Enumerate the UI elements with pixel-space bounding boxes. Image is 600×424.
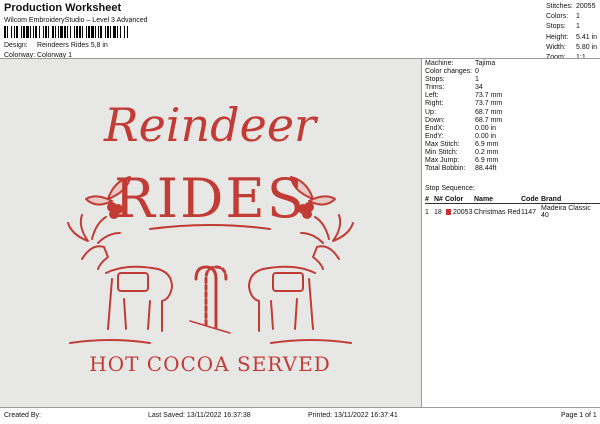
stat-row: Total Bobbin: 88.44ft	[425, 165, 502, 173]
reindeer-left-icon	[67, 214, 173, 332]
software-subtitle: Wilcom EmbroideryStudio – Level 3 Advanc…	[4, 17, 148, 24]
width-value: 5.80 in	[576, 43, 598, 51]
printed-date: Printed: 13/11/2022 16:37:41	[308, 412, 398, 419]
stat-row: Color changes: 0	[425, 68, 502, 76]
machine-stats: Machine: Tajima Color changes: 0 Stops: 1 Trim…	[425, 60, 502, 173]
stat-label: Left:	[425, 92, 439, 100]
design-value: Reindeers Rides 5,8 in	[37, 42, 108, 49]
row-color: 20053	[453, 208, 473, 216]
design-label: Design:	[4, 42, 28, 49]
stat-label: Machine:	[425, 60, 454, 67]
embroidery-design: Reindeer RIDES HOT COCOA SERVED	[67, 98, 354, 376]
stat-label: Trims:	[425, 84, 445, 92]
stat-row: Max Stitch: 6.9 mm	[425, 141, 502, 149]
design-word-rides: RIDES	[114, 167, 306, 230]
stat-value: 68.7 mm	[475, 108, 503, 116]
stat-label: EndY:	[425, 132, 444, 140]
design-preview: Reindeer RIDES HOT COCOA SERVED	[0, 59, 421, 407]
stat-row: Stops: 1	[425, 76, 502, 84]
row-code: 1147	[521, 208, 537, 216]
stat-value: 0	[475, 68, 479, 76]
stat-label: Stops:	[425, 76, 445, 84]
worksheet-title: Production Worksheet	[4, 2, 122, 14]
colors-label: Colors:	[546, 13, 569, 21]
stat-label: Right:	[425, 100, 444, 108]
col-brand: Brand	[541, 196, 600, 204]
stat-value: 0.00 in	[475, 124, 497, 132]
stat-value: 88.44ft	[475, 165, 497, 173]
summary-meta: Stitches: 20055 Colors: 1 Stops: 1 Height: 5…	[546, 2, 597, 63]
stat-value: 68.7 mm	[475, 116, 503, 124]
stat-row: Right: 73.7 mm	[425, 100, 502, 108]
stat-value: 0.00 in	[475, 132, 497, 140]
stop-sequence-header: # N# Color Name Code Brand	[425, 196, 600, 204]
color-swatch	[446, 209, 451, 215]
stat-label: Color changes:	[425, 68, 473, 76]
col-code: Code	[521, 196, 541, 204]
row-num: 1	[425, 208, 429, 216]
stop-sequence-row: 1 18 20053 Christmas Red 1147 Madeira Cl…	[425, 205, 600, 219]
candy-canes-icon	[189, 265, 231, 334]
row-name: Christmas Red	[474, 208, 521, 216]
stat-label: EndX:	[425, 124, 445, 132]
stat-label: Max Jump:	[425, 157, 460, 165]
width-label: Width:	[546, 43, 566, 51]
stat-value: 6.9 mm	[475, 157, 499, 165]
colors-value: 1	[576, 13, 580, 21]
stat-label: Total Bobbin:	[425, 165, 466, 173]
stitches-label: Stitches:	[546, 3, 573, 10]
stat-row: Max Jump: 6.9 mm	[425, 157, 502, 165]
col-color: Color	[445, 196, 474, 204]
stat-label: Max Stitch:	[425, 140, 460, 148]
stat-row: EndX: 0.00 in	[425, 125, 502, 133]
stat-label: Up:	[425, 108, 436, 116]
stat-row: Up: 68.7 mm	[425, 109, 502, 117]
stat-value: 73.7 mm	[475, 92, 503, 100]
row-n: 18	[434, 208, 442, 216]
height-label: Height:	[546, 33, 569, 41]
stat-row: EndY: 0.00 in	[425, 133, 502, 141]
stat-value: Tajima	[475, 60, 496, 67]
column-divider	[421, 58, 422, 407]
design-word-hot-cocoa-served: HOT COCOA SERVED	[89, 352, 330, 376]
created-by: Created By:	[4, 412, 41, 419]
stat-row: Left: 73.7 mm	[425, 92, 502, 100]
row-brand: Madeira Classic 40	[541, 205, 591, 219]
last-saved: Last Saved: 13/11/2022 16:37:38	[148, 412, 251, 419]
stat-row: Down: 68.7 mm	[425, 117, 502, 125]
stops-label: Stops:	[546, 23, 566, 31]
stop-sequence-title: Stop Sequence:	[425, 185, 475, 192]
height-value: 5.41 in	[576, 33, 598, 41]
barcode-bar	[128, 26, 129, 38]
stat-value: 6.9 mm	[475, 140, 499, 148]
col-n: N#	[434, 196, 445, 204]
footer-divider	[0, 407, 600, 408]
design-word-reindeer: Reindeer	[103, 98, 319, 152]
ground-lines	[69, 339, 352, 344]
stat-label: Min Stitch:	[425, 149, 458, 157]
barcode	[4, 26, 240, 38]
reindeer-right-icon	[248, 214, 354, 332]
page-number: Page 1 of 1	[561, 412, 597, 419]
stat-label: Down:	[425, 116, 445, 124]
col-num: #	[425, 196, 434, 204]
stat-value: 73.7 mm	[475, 100, 503, 108]
col-name: Name	[474, 196, 521, 204]
stat-value: 0.2 mm	[475, 149, 499, 157]
stops-value: 1	[576, 23, 580, 31]
stat-value: 1	[475, 76, 479, 84]
stat-row: Min Stitch: 0.2 mm	[425, 149, 502, 157]
stat-row: Machine: Tajima	[425, 60, 502, 68]
stat-value: 34	[475, 84, 483, 92]
stat-row: Trims: 34	[425, 84, 502, 92]
stitches-value: 20055	[576, 3, 596, 10]
